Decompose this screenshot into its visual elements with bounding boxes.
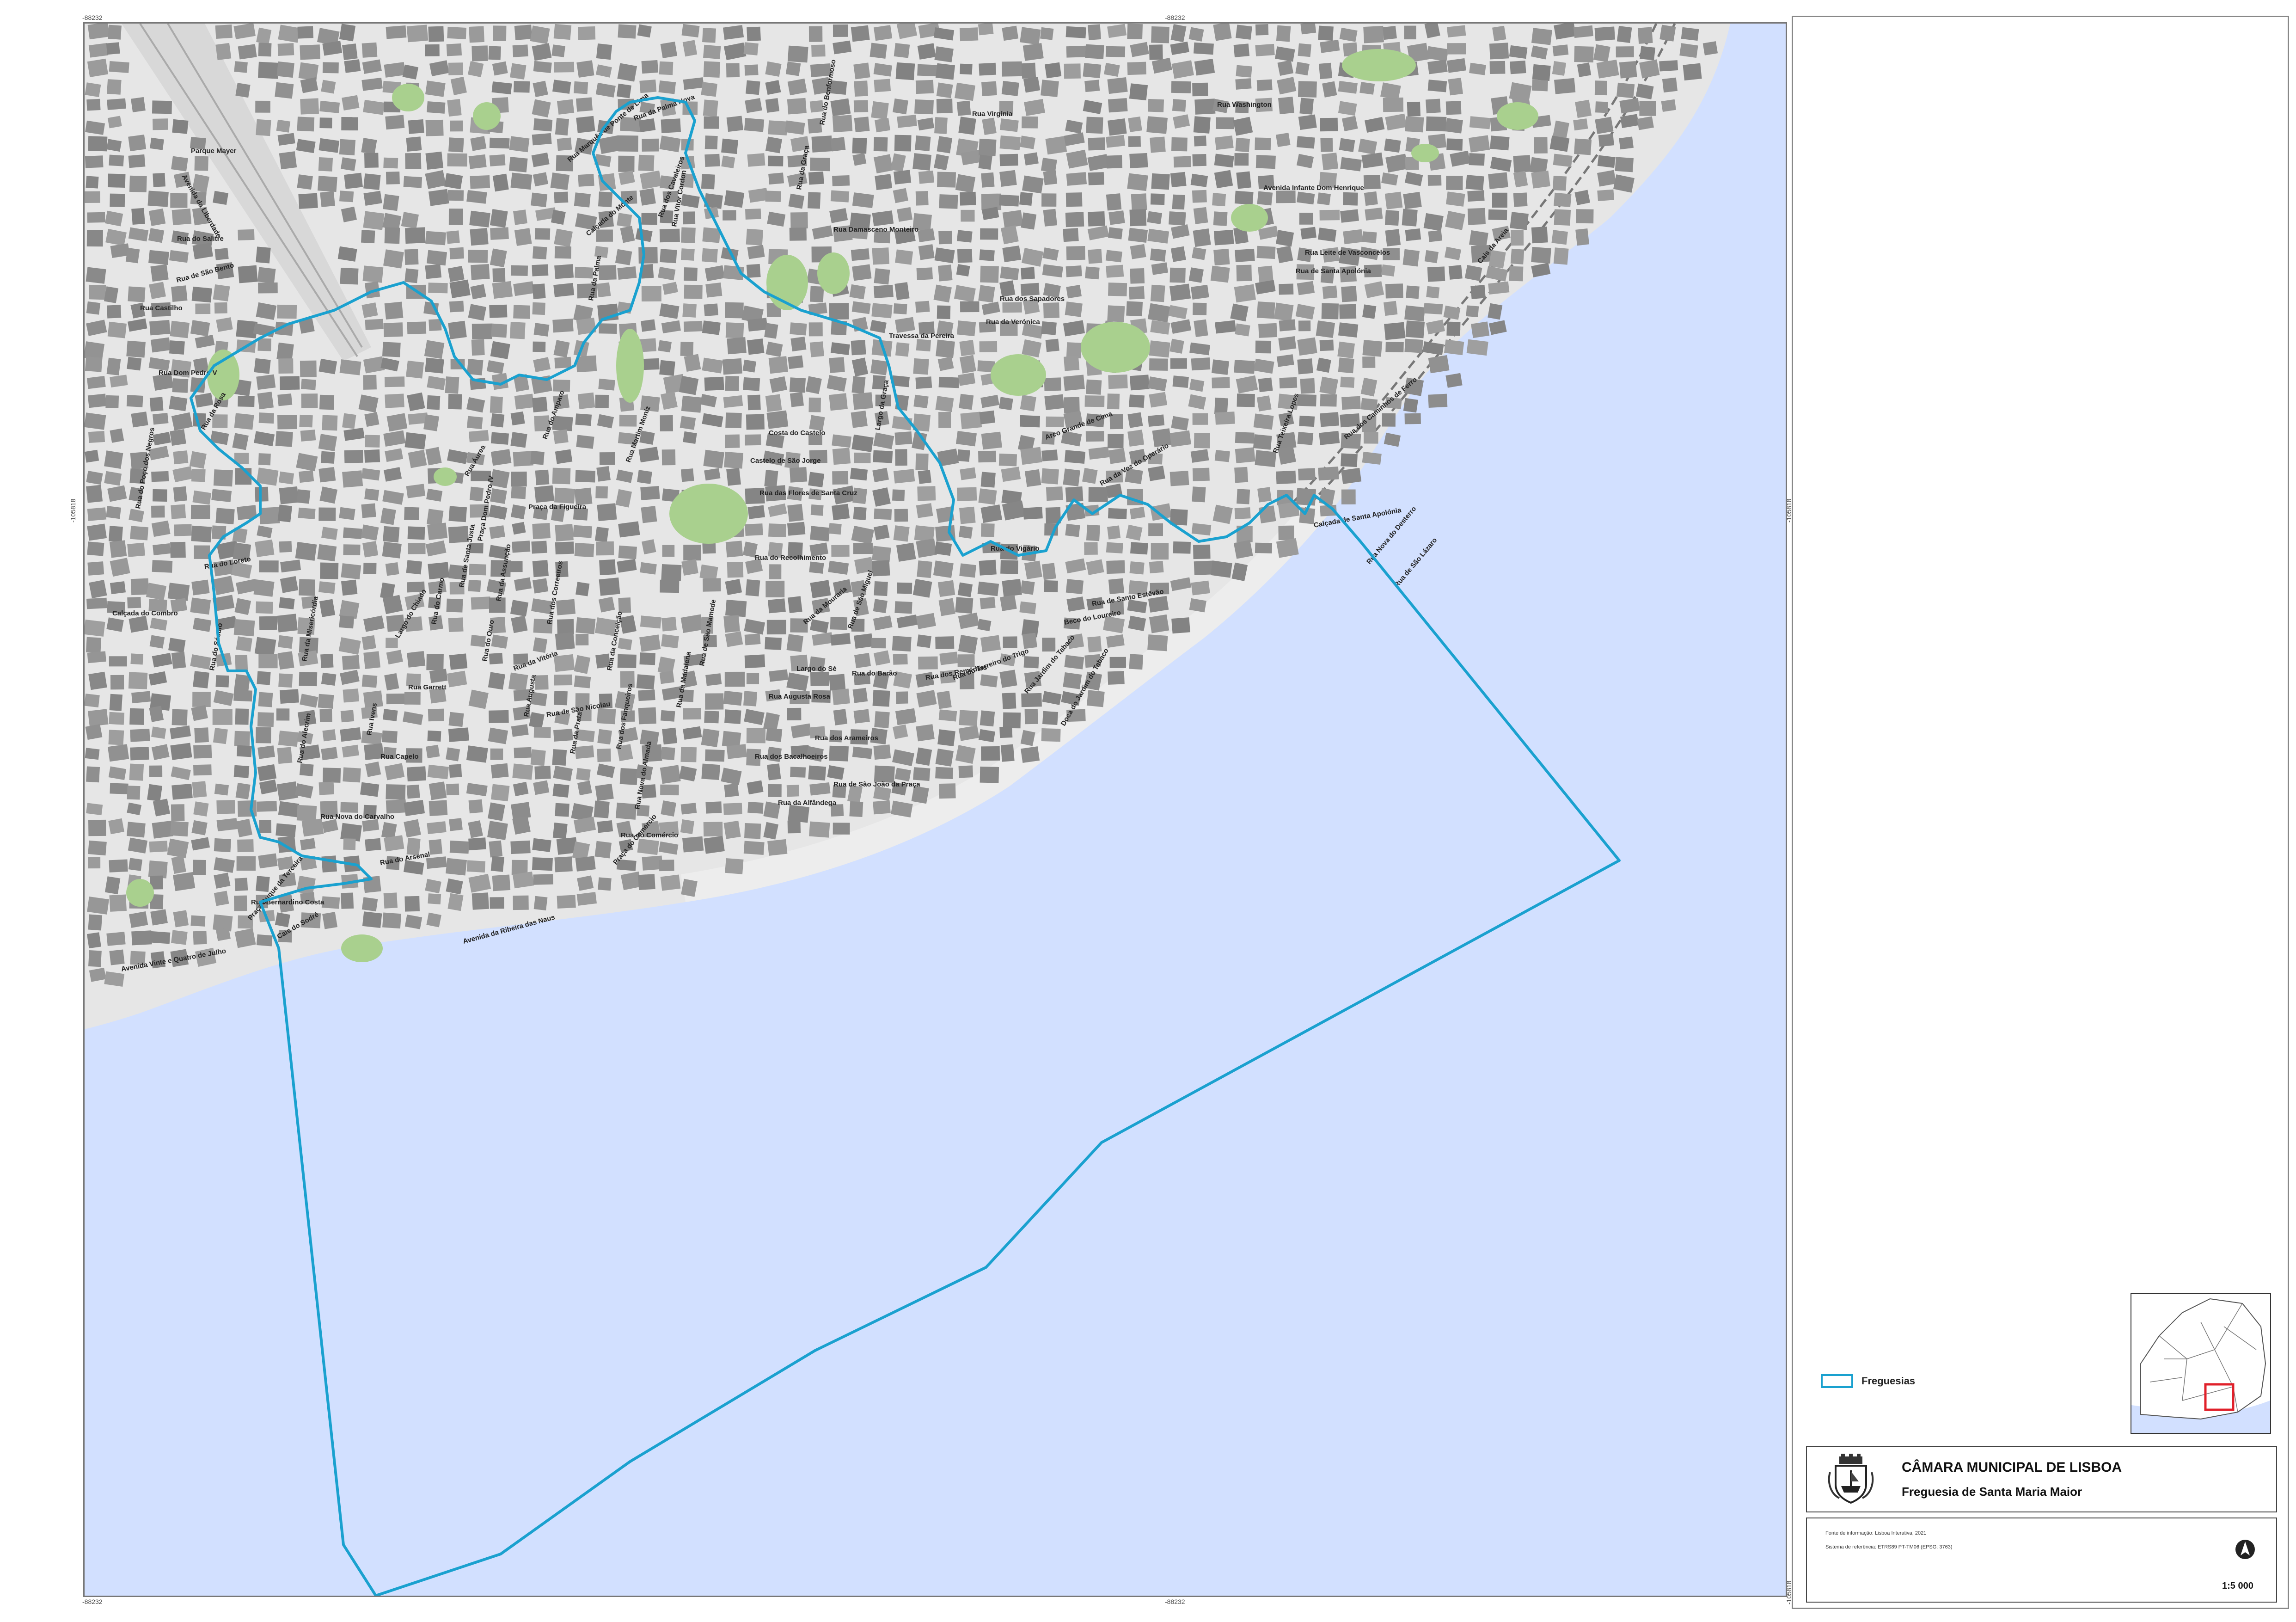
- inset-locator-map: [2131, 1293, 2271, 1434]
- lisbon-crest-icon: [1828, 1454, 1874, 1504]
- street-label: Travessa da Pereira: [889, 332, 955, 340]
- street-label: Rua dos Bacalhoeiros: [755, 753, 828, 761]
- street-label: Rua de São João da Praça: [833, 780, 920, 788]
- map-canvas[interactable]: Avenida da LiberdadeParque MayerRua do S…: [85, 24, 1786, 1596]
- coord-top-mid: -88232: [1165, 14, 1185, 21]
- data-source: Fonte de informação: Lisboa Interativa, …: [1825, 1530, 1927, 1536]
- coord-bottom-left: -88232: [82, 1598, 103, 1605]
- coord-top-left: -88232: [82, 14, 103, 21]
- info-block: Fonte de informação: Lisboa Interativa, …: [1806, 1518, 2277, 1603]
- map-sheet: Avenida da Liberdade Parque Mayer Rua do S…: [0, 0, 2296, 1622]
- street-label: Rua Capelo: [380, 753, 419, 761]
- street-label: Avenida Infante Dom Henrique: [1263, 184, 1364, 192]
- street-label: Rua do Salitre: [177, 235, 224, 243]
- street-label: Rua do Barão: [852, 670, 897, 677]
- street-label: Castelo de São Jorge: [750, 457, 821, 465]
- legend-label: Freguesias: [1861, 1375, 1916, 1387]
- street-label: Rua Washington: [1217, 101, 1272, 109]
- legend-swatch-freguesias: [1821, 1374, 1853, 1388]
- inset-city-outline: [2140, 1298, 2266, 1420]
- street-label: Rua Nova do Carvalho: [320, 813, 394, 821]
- street-label: Calçada do Combro: [112, 609, 178, 617]
- coord-left-mid: -105818: [69, 498, 77, 522]
- side-panel: Freguesias CÂMARA MUNICIPAL DE LISBOA Fr…: [1792, 16, 2289, 1609]
- coord-bottom-mid: -88232: [1165, 1598, 1185, 1605]
- street-label: Parque Mayer: [191, 147, 237, 155]
- street-label: Rua Castilho: [140, 304, 183, 312]
- street-label: Rua Augusta Rosa: [769, 693, 830, 700]
- map-title: Freguesia de Santa Maria Maior: [1902, 1485, 2082, 1499]
- street-label: Rua dos Sapadores: [1000, 295, 1065, 303]
- street-label: Largo do Sé: [796, 665, 837, 673]
- map-scale: 1:5 000: [2222, 1581, 2253, 1591]
- street-label: Rua das Flores de Santa Cruz: [759, 489, 857, 497]
- street-label: Rua da Alfândega: [778, 799, 837, 807]
- street-label: Costa do Castelo: [769, 429, 826, 437]
- street-label: Rua Leite de Vasconcelos: [1305, 249, 1390, 257]
- title-block: CÂMARA MUNICIPAL DE LISBOA Freguesia de …: [1806, 1446, 2277, 1512]
- street-label: Rua Virgínia: [972, 110, 1013, 118]
- street-label: Rua dos Arameiros: [815, 734, 878, 742]
- legend: Freguesias: [1821, 1374, 1915, 1388]
- reference-system: Sistema de referência: ETRS89 PT-TM06 (E…: [1825, 1544, 1953, 1550]
- street-label: Rua do Comércio: [621, 831, 678, 839]
- street-label: Praça da Figueira: [528, 503, 587, 511]
- street-label: Rua Garrett: [408, 683, 447, 691]
- organization-name: CÂMARA MUNICIPAL DE LISBOA: [1902, 1460, 2122, 1475]
- street-label: Rua da Verónica: [986, 318, 1040, 326]
- street-label: Rua de Santa Apolónia: [1296, 267, 1371, 275]
- north-arrow-icon: [2235, 1540, 2255, 1559]
- map-frame[interactable]: Avenida da Liberdade Parque Mayer Rua do S…: [83, 22, 1787, 1597]
- street-label: Rua Damasceno Monteiro: [833, 226, 918, 233]
- street-label: Rua do Recolhimento: [755, 554, 826, 562]
